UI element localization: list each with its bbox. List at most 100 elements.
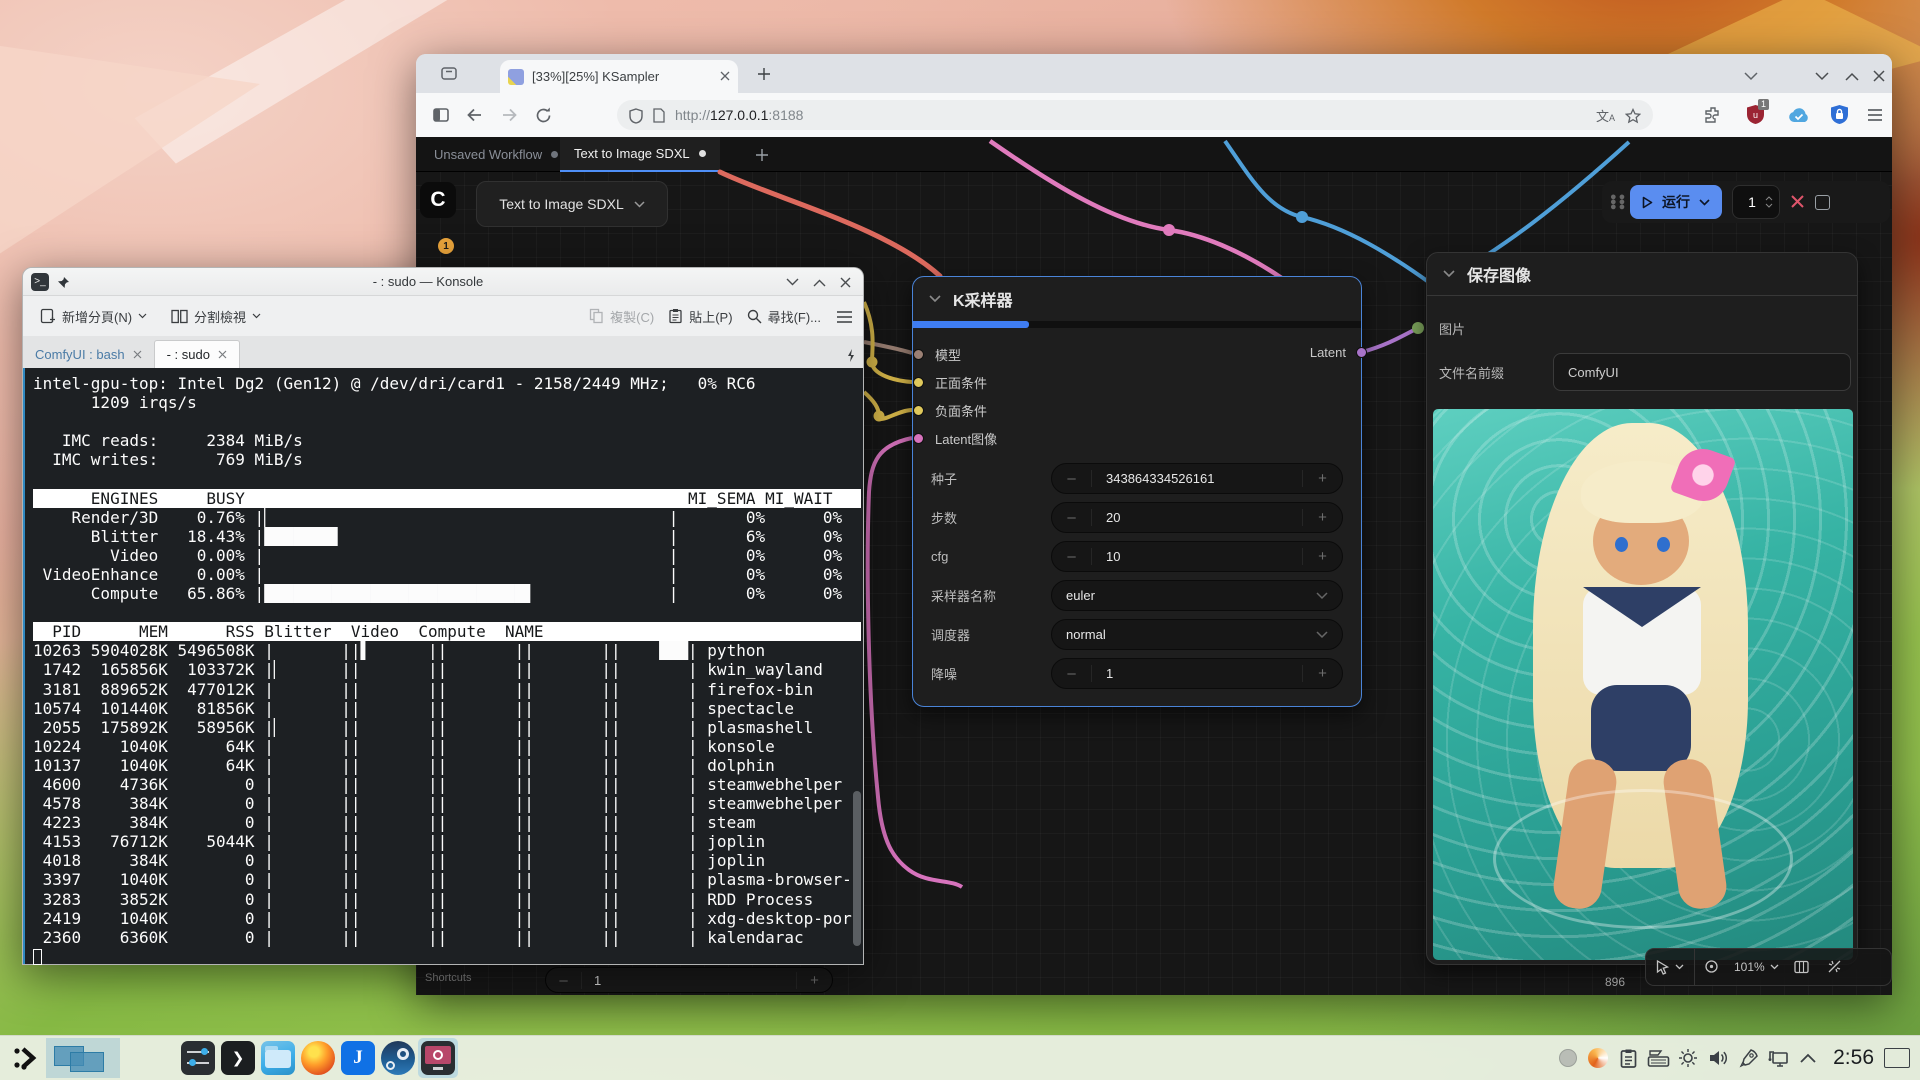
split-view-button[interactable]: 分割檢視 (164, 301, 268, 331)
task-joplin[interactable]: J (338, 1038, 378, 1078)
task-settings[interactable] (178, 1038, 218, 1078)
widget-number[interactable]: –343864334526161+ (1051, 463, 1343, 494)
clock[interactable]: 2:56 (1823, 1046, 1884, 1070)
output-slot[interactable]: Latent (1310, 345, 1347, 360)
stepper-arrows[interactable] (1765, 196, 1773, 208)
shortcuts-label[interactable]: Shortcuts (425, 972, 471, 984)
cancel-run-icon[interactable] (1790, 193, 1805, 211)
collapse-chevron-icon[interactable] (929, 295, 941, 303)
input-slot[interactable]: 负面条件 (935, 396, 1339, 424)
krunner-rocket-icon[interactable] (1733, 1041, 1763, 1075)
maximize-button[interactable] (1845, 68, 1859, 86)
maximize-button[interactable] (813, 274, 826, 289)
fit-view-icon[interactable] (1695, 958, 1728, 976)
task-spectacle-active[interactable] (418, 1038, 458, 1078)
page-info-icon[interactable] (653, 107, 665, 124)
widget-value[interactable]: 10 (1092, 549, 1302, 564)
url-text[interactable]: http://127.0.0.1:8188 (675, 107, 1586, 123)
workflow-selector[interactable]: Text to Image SDXL (476, 181, 668, 227)
adblock-shield-icon[interactable]: u 1 (1746, 104, 1765, 125)
decrement-button[interactable]: – (1052, 509, 1092, 526)
minimap-icon[interactable] (1785, 958, 1818, 976)
extensions-puzzle-icon[interactable] (1704, 106, 1722, 124)
toggle-links-icon[interactable] (1818, 958, 1851, 976)
input-dot[interactable] (913, 377, 924, 388)
input-slot[interactable]: 模型 (935, 340, 1339, 368)
zoom-control[interactable]: 101% (1728, 960, 1785, 974)
tray-steam-icon[interactable] (1553, 1041, 1583, 1075)
pointer-tool-button[interactable] (1646, 949, 1695, 985)
new-tab-button[interactable]: 新增分頁(N) (33, 301, 154, 331)
forward-icon[interactable] (492, 105, 526, 125)
drag-handle-icon[interactable]: ●●●●●● (1610, 195, 1620, 210)
widget-value[interactable]: euler (1052, 588, 1316, 603)
input-slot[interactable]: 正面条件 (935, 368, 1339, 396)
stop-button[interactable] (1815, 195, 1830, 210)
url-bar[interactable]: http://127.0.0.1:8188 文A (617, 100, 1653, 130)
task-konsole[interactable]: ❯ (218, 1038, 258, 1078)
terminal-output[interactable]: intel-gpu-top: Intel Dg2 (Gen12) @ /dev/… (23, 368, 863, 964)
save-image-node[interactable]: 保存图像 图片 文件名前缀 ComfyUI (1426, 252, 1858, 965)
volume-icon[interactable] (1703, 1041, 1733, 1075)
clipboard-icon[interactable] (1613, 1041, 1643, 1075)
browser-menu-icon[interactable] (1866, 106, 1884, 124)
privacy-shield-icon[interactable] (1830, 104, 1849, 125)
expand-tabbar-icon[interactable] (847, 347, 855, 362)
minimize-button[interactable] (786, 274, 799, 289)
increment-button[interactable]: + (796, 972, 832, 989)
decrement-button[interactable]: – (1052, 548, 1092, 565)
increment-button[interactable]: + (1302, 509, 1342, 526)
filename-prefix-input[interactable]: ComfyUI (1553, 353, 1851, 391)
back-icon[interactable] (458, 105, 492, 125)
output-dot[interactable] (1356, 347, 1367, 358)
tray-expand-chevron-icon[interactable] (1793, 1041, 1823, 1075)
minimize-button[interactable] (1815, 68, 1829, 86)
preview-image[interactable] (1433, 409, 1853, 960)
ksampler-node[interactable]: K采样器 模型正面条件负面条件Latent图像 Latent 种子–343864… (912, 276, 1362, 707)
tab-overview-icon[interactable] (440, 64, 458, 82)
widget-value[interactable]: 20 (1092, 510, 1302, 525)
terminal-scrollbar[interactable] (853, 791, 861, 946)
paste-button[interactable]: 貼上(P) (661, 301, 739, 331)
close-button[interactable] (1873, 67, 1885, 85)
hamburger-menu-icon[interactable] (836, 308, 853, 324)
widget-combo[interactable]: euler (1051, 580, 1343, 611)
site-security-icon[interactable] (629, 106, 643, 123)
browser-tab[interactable]: [33%][25%] KSampler (500, 60, 738, 93)
tab-list-chevron-icon[interactable] (1744, 68, 1758, 86)
task-firefox[interactable] (298, 1038, 338, 1078)
desktop-thumbnail[interactable] (70, 1052, 104, 1072)
batch-size-widget[interactable]: – 1 + (545, 967, 833, 993)
input-slot[interactable]: Latent图像 (935, 424, 1339, 452)
input-dot[interactable] (913, 349, 924, 360)
task-steam[interactable] (378, 1038, 418, 1078)
tab-close-icon[interactable] (218, 350, 227, 359)
widget-value[interactable]: 1 (1092, 666, 1302, 681)
tab-sudo[interactable]: - : sudo (154, 340, 240, 368)
widget-number[interactable]: –20+ (1051, 502, 1343, 533)
widget-number[interactable]: –10+ (1051, 541, 1343, 572)
batch-count-input[interactable]: 1 (1732, 185, 1780, 219)
decrement-button[interactable]: – (546, 972, 582, 989)
network-icon[interactable] (1763, 1041, 1793, 1075)
keyboard-icon[interactable] (1643, 1041, 1673, 1075)
input-dot[interactable] (913, 405, 924, 416)
close-button[interactable] (840, 274, 851, 289)
konsole-titlebar[interactable]: >_ - : sudo — Konsole (23, 268, 863, 296)
tab-comfyui-bash[interactable]: ComfyUI : bash (23, 340, 154, 368)
widget-number[interactable]: –1+ (1051, 658, 1343, 689)
reload-icon[interactable] (526, 106, 560, 125)
widget-value[interactable]: 343864334526161 (1092, 471, 1302, 486)
collapse-chevron-icon[interactable] (1443, 270, 1455, 278)
find-button[interactable]: 尋找(F)... (740, 301, 828, 331)
decrement-button[interactable]: – (1052, 470, 1092, 487)
app-launcher-button[interactable] (6, 1038, 46, 1078)
task-dolphin[interactable] (258, 1038, 298, 1078)
input-dot[interactable] (913, 433, 924, 444)
decrement-button[interactable]: – (1052, 665, 1092, 682)
widget-combo[interactable]: normal (1051, 619, 1343, 650)
increment-button[interactable]: + (1302, 470, 1342, 487)
cloud-sync-icon[interactable] (1788, 106, 1810, 124)
pin-icon[interactable] (57, 274, 70, 289)
tab-close-icon[interactable] (133, 350, 142, 359)
